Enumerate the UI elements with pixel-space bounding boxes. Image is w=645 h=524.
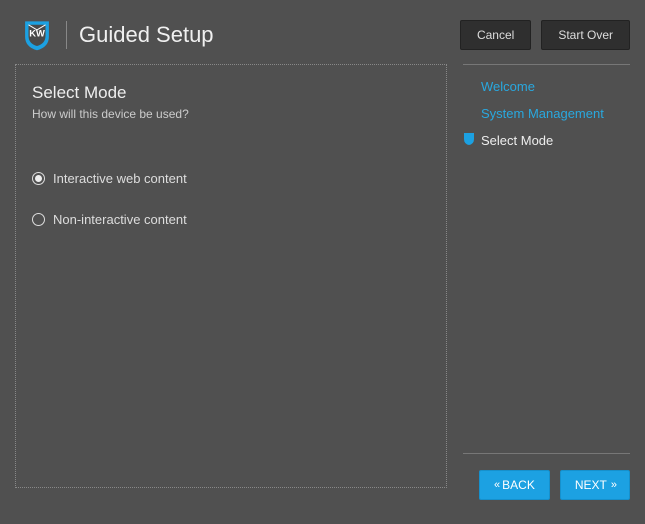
header: KW Guided Setup Cancel Start Over	[0, 0, 645, 64]
mode-option-interactive[interactable]: Interactive web content	[32, 171, 430, 186]
step-select-mode[interactable]: Select Mode	[463, 127, 630, 154]
mode-option-noninteractive[interactable]: Non-interactive content	[32, 212, 430, 227]
radio-label: Interactive web content	[53, 171, 187, 186]
shield-icon	[463, 132, 475, 146]
step-label: Select Mode	[481, 133, 553, 148]
start-over-button[interactable]: Start Over	[541, 20, 630, 50]
header-buttons: Cancel Start Over	[460, 20, 630, 50]
sidebar-divider-bottom	[463, 453, 630, 454]
app-logo-icon: KW	[20, 18, 54, 52]
sidebar: Welcome System Management Select Mode « …	[447, 64, 630, 518]
chevron-right-icon: »	[611, 479, 615, 491]
panel-title: Select Mode	[32, 83, 430, 103]
cancel-button[interactable]: Cancel	[460, 20, 531, 50]
main: Select Mode How will this device be used…	[0, 64, 645, 518]
page-title: Guided Setup	[79, 22, 460, 48]
nav-buttons: « BACK NEXT »	[463, 470, 630, 518]
step-list: Welcome System Management Select Mode	[463, 73, 630, 453]
radio-icon	[32, 172, 45, 185]
content-panel: Select Mode How will this device be used…	[15, 64, 447, 488]
sidebar-divider-top	[463, 64, 630, 65]
radio-label: Non-interactive content	[53, 212, 187, 227]
back-button[interactable]: « BACK	[479, 470, 550, 500]
step-welcome[interactable]: Welcome	[463, 73, 630, 100]
next-label: NEXT	[575, 478, 607, 492]
step-label: Welcome	[481, 79, 535, 94]
panel-subtitle: How will this device be used?	[32, 107, 430, 121]
chevron-left-icon: «	[494, 479, 498, 491]
next-button[interactable]: NEXT »	[560, 470, 630, 500]
step-label: System Management	[481, 106, 604, 121]
step-system-management[interactable]: System Management	[463, 100, 630, 127]
header-divider	[66, 21, 67, 49]
radio-icon	[32, 213, 45, 226]
back-label: BACK	[502, 478, 535, 492]
